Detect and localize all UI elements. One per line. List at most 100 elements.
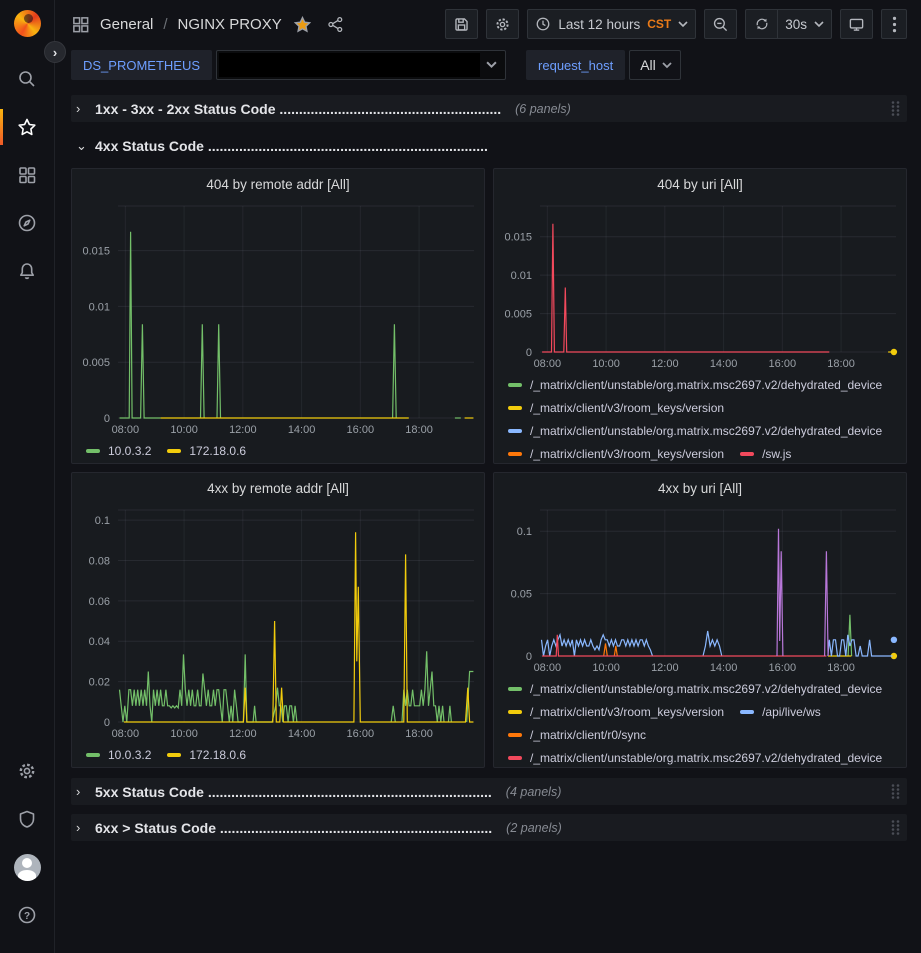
- chart-legend: 10.0.3.2 172.18.0.6: [72, 741, 484, 767]
- svg-text:10:00: 10:00: [592, 358, 620, 370]
- sidebar-item-alerting[interactable]: [0, 247, 55, 295]
- svg-text:0.08: 0.08: [89, 555, 110, 567]
- svg-text:08:00: 08:00: [534, 358, 562, 370]
- sidebar-item-help[interactable]: ?: [0, 891, 55, 939]
- sidebar-item-dashboards[interactable]: [0, 151, 55, 199]
- legend-item[interactable]: /api/live/ws: [740, 700, 821, 723]
- kebab-menu-button[interactable]: [881, 9, 907, 39]
- svg-text:12:00: 12:00: [651, 662, 679, 674]
- row-header-6xx[interactable]: › 6xx > Status Code ....................…: [71, 814, 907, 841]
- row-collapse-chevron: ›: [76, 101, 90, 116]
- star-icon: [17, 117, 37, 137]
- svg-text:0: 0: [104, 413, 110, 425]
- legend-item[interactable]: 172.18.0.6: [167, 439, 246, 462]
- row-title: 5xx Status Code ........................…: [95, 784, 492, 800]
- chart-area[interactable]: 08:0010:0012:0014:0016:0018:0000.0050.01…: [72, 199, 484, 437]
- svg-text:16:00: 16:00: [347, 728, 375, 740]
- legend-swatch: [508, 756, 522, 760]
- sidebar-item-profile[interactable]: [0, 843, 55, 891]
- panel-title[interactable]: 404 by remote addr [All]: [72, 169, 484, 199]
- share-icon[interactable]: [327, 16, 344, 33]
- svg-text:0.015: 0.015: [504, 232, 532, 244]
- legend-item[interactable]: /_matrix/client/unstable/org.matrix.msc2…: [508, 419, 882, 442]
- svg-text:0.015: 0.015: [82, 246, 110, 258]
- sidebar-item-search[interactable]: [0, 55, 55, 103]
- svg-text:14:00: 14:00: [710, 358, 738, 370]
- row-panel-count: (2 panels): [506, 821, 562, 835]
- row-title: 1xx - 3xx - 2xx Status Code ............…: [95, 101, 501, 117]
- row-header-5xx[interactable]: › 5xx Status Code ......................…: [71, 778, 907, 805]
- legend-item[interactable]: /_matrix/client/r0/sync: [508, 723, 646, 746]
- zoom-out-button[interactable]: [704, 9, 737, 39]
- datasource-variable-select[interactable]: [216, 50, 506, 80]
- chart-legend: /_matrix/client/unstable/org.matrix.msc2…: [494, 675, 906, 767]
- svg-text:10:00: 10:00: [592, 662, 620, 674]
- sidebar-expand-button[interactable]: ›: [44, 41, 66, 63]
- row-drag-handle[interactable]: [890, 783, 901, 800]
- panel-title[interactable]: 4xx by uri [All]: [494, 473, 906, 503]
- breadcrumb-dashboard-title[interactable]: NGINX PROXY: [178, 16, 282, 33]
- chart-svg: 08:0010:0012:0014:0016:0018:0000.050.1: [494, 503, 906, 675]
- sidebar-item-starred[interactable]: [0, 103, 55, 151]
- legend-item[interactable]: 10.0.3.2: [86, 743, 151, 766]
- sidebar-item-explore[interactable]: [0, 199, 55, 247]
- time-range-picker[interactable]: Last 12 hours CST: [527, 9, 696, 39]
- row-header-1xx-3xx-2xx[interactable]: › 1xx - 3xx - 2xx Status Code ..........…: [71, 95, 907, 122]
- sidebar-item-settings[interactable]: [0, 747, 55, 795]
- row-collapse-chevron: ›: [76, 820, 90, 835]
- svg-text:12:00: 12:00: [651, 358, 679, 370]
- save-dashboard-button[interactable]: [445, 9, 478, 39]
- chart-area[interactable]: 08:0010:0012:0014:0016:0018:0000.050.1: [494, 503, 906, 675]
- legend-item[interactable]: /_matrix/client/unstable/org.matrix.msc2…: [508, 373, 882, 396]
- dashboard-body: › 1xx - 3xx - 2xx Status Code ..........…: [55, 90, 921, 841]
- panel-title[interactable]: 4xx by remote addr [All]: [72, 473, 484, 503]
- datasource-variable-label: DS_PROMETHEUS: [71, 50, 212, 80]
- legend-item[interactable]: /_matrix/client/v3/room_keys/version: [508, 700, 724, 723]
- row-drag-handle[interactable]: [890, 819, 901, 836]
- dashboard-settings-button[interactable]: [486, 9, 519, 39]
- chart-area[interactable]: 08:0010:0012:0014:0016:0018:0000.0050.01…: [494, 199, 906, 371]
- panel-404-by-uri: 404 by uri [All] 08:0010:0012:0014:0016:…: [493, 168, 907, 464]
- svg-text:16:00: 16:00: [347, 424, 375, 436]
- chart-area[interactable]: 08:0010:0012:0014:0016:0018:0000.020.040…: [72, 503, 484, 741]
- legend-label: /_matrix/client/v3/room_keys/version: [530, 447, 724, 461]
- clock-icon: [535, 16, 551, 32]
- svg-text:10:00: 10:00: [170, 728, 198, 740]
- svg-text:0.005: 0.005: [504, 309, 532, 321]
- dashboard-grid-icon: [71, 15, 90, 34]
- request-host-variable-select[interactable]: All: [629, 50, 681, 80]
- refresh-interval-dropdown[interactable]: 30s: [777, 9, 832, 39]
- zoom-out-icon: [712, 16, 729, 33]
- cycle-view-mode-button[interactable]: [840, 9, 873, 39]
- svg-text:0: 0: [526, 347, 532, 359]
- row-drag-handle[interactable]: [890, 100, 901, 117]
- legend-item[interactable]: /_matrix/client/v3/room_keys/version: [508, 396, 724, 419]
- svg-text:0.02: 0.02: [89, 677, 110, 689]
- toolbar: Last 12 hours CST 30s: [445, 9, 907, 39]
- refresh-button[interactable]: [745, 9, 777, 39]
- grafana-logo[interactable]: [14, 10, 41, 37]
- panel-title[interactable]: 404 by uri [All]: [494, 169, 906, 199]
- chart-legend: /_matrix/client/unstable/org.matrix.msc2…: [494, 371, 906, 463]
- legend-item[interactable]: /_matrix/client/unstable/org.matrix.msc2…: [508, 677, 882, 700]
- user-avatar: [14, 854, 41, 881]
- legend-label: /_matrix/client/unstable/org.matrix.msc2…: [530, 751, 882, 765]
- legend-item[interactable]: /_matrix/client/unstable/org.matrix.msc2…: [508, 746, 882, 767]
- breadcrumb-section[interactable]: General: [100, 16, 153, 33]
- legend-swatch: [86, 449, 100, 453]
- favorite-star-icon[interactable]: [294, 16, 311, 33]
- svg-text:08:00: 08:00: [534, 662, 562, 674]
- kebab-icon: [892, 16, 897, 33]
- row-header-4xx[interactable]: ⌄ 4xx Status Code ......................…: [71, 132, 907, 159]
- refresh-icon: [754, 16, 770, 32]
- legend-swatch: [508, 733, 522, 737]
- chevron-down-icon: [662, 62, 672, 69]
- legend-item[interactable]: 172.18.0.6: [167, 743, 246, 766]
- dashboard-variables-bar: DS_PROMETHEUS request_host All: [55, 48, 921, 90]
- legend-item[interactable]: /_matrix/client/v3/room_keys/version: [508, 442, 724, 463]
- legend-item[interactable]: 10.0.3.2: [86, 439, 151, 462]
- sidebar-item-server-admin[interactable]: [0, 795, 55, 843]
- panel-4xx-by-remote-addr: 4xx by remote addr [All] 08:0010:0012:00…: [71, 472, 485, 768]
- legend-swatch: [508, 383, 522, 387]
- legend-item[interactable]: /sw.js: [740, 442, 791, 463]
